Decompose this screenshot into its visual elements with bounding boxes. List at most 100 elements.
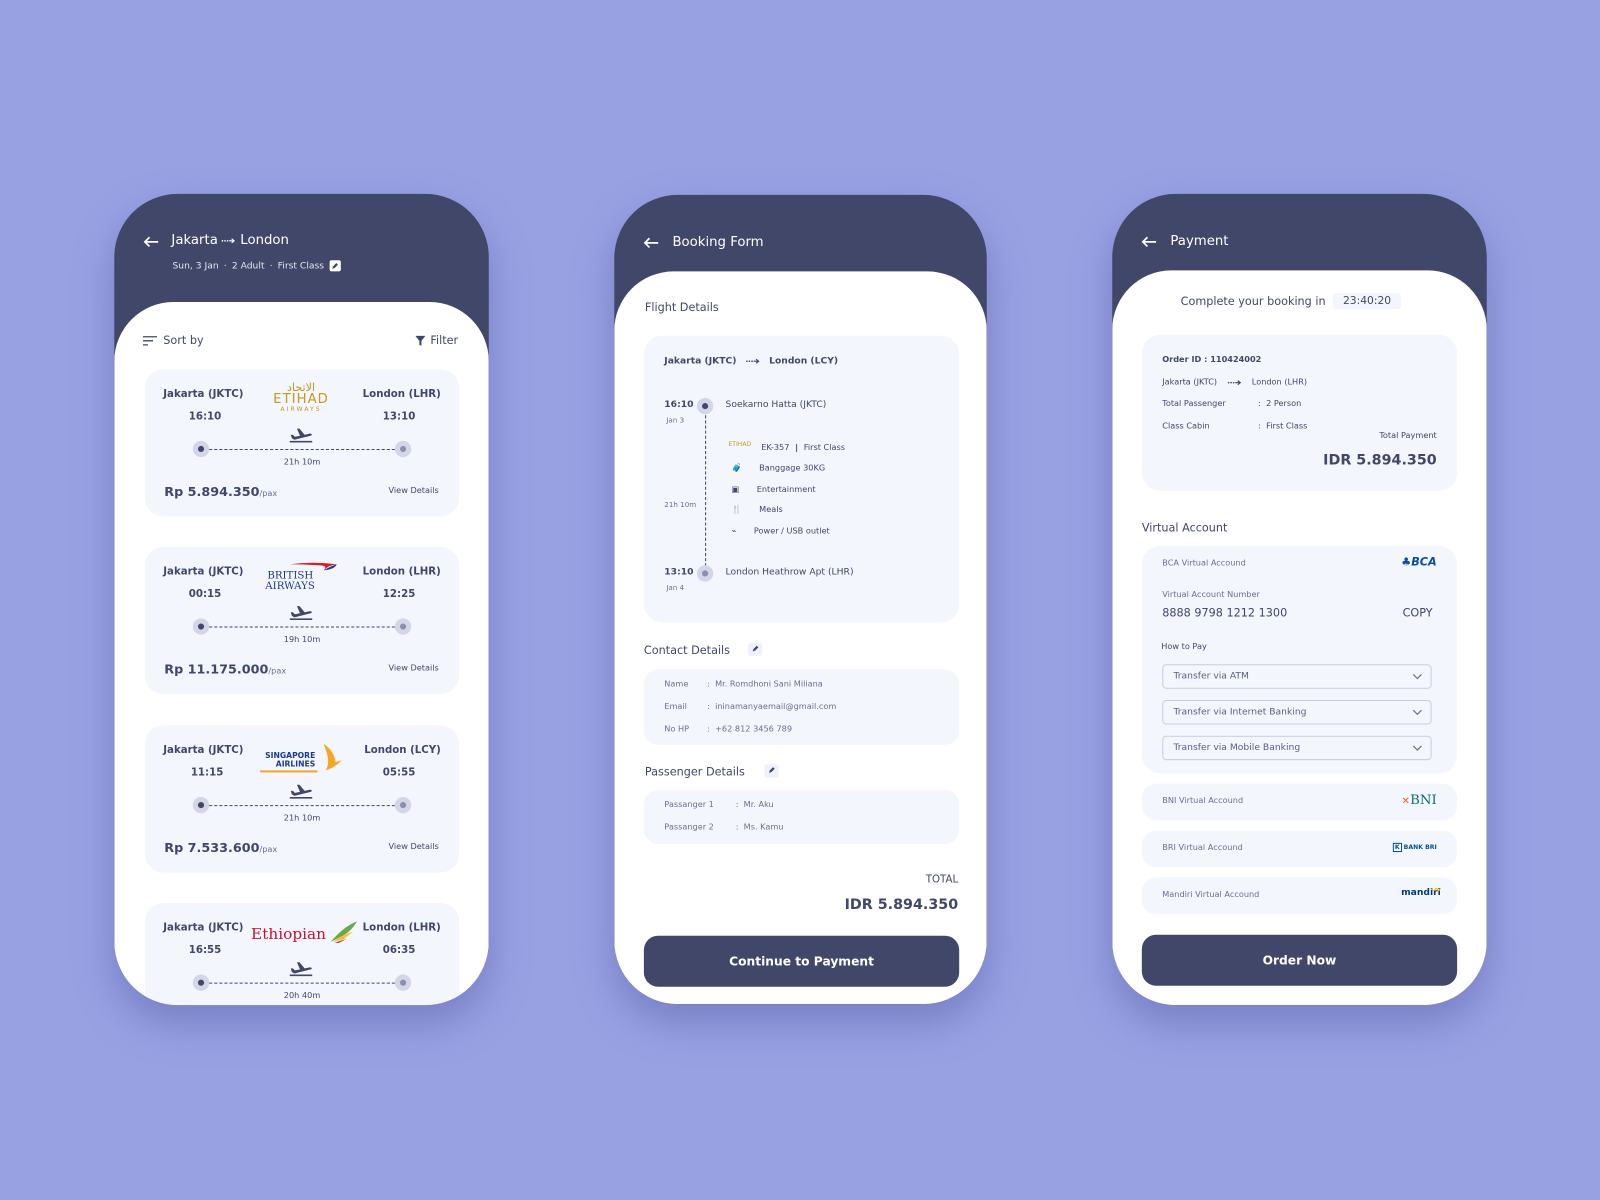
bni-account-option[interactable]: BNI Virtual Accound ✕BNI (1141, 783, 1458, 821)
route-arrow-icon (222, 237, 236, 243)
origin-dot (192, 618, 210, 635)
back-arrow-icon[interactable] (143, 236, 159, 248)
plane-icon (289, 604, 313, 620)
depart-time: 16:10 (664, 399, 694, 411)
arrive-time: 12:25 (382, 588, 416, 600)
duration: 19h 10m (283, 634, 321, 644)
plane-icon (289, 960, 313, 976)
bca-logo: ♣BCA (1401, 555, 1437, 569)
flight-card[interactable]: Jakarta (JKTC) 00:15 BRITISH AIRWAYS Lon… (144, 546, 460, 694)
how-to-pay-label: How to Pay (1161, 641, 1207, 652)
payment-sheet: Complete your booking in 23:40:20 Order … (1112, 270, 1487, 1006)
summary-passengers: 2 Adult (231, 260, 265, 271)
sort-icon (142, 335, 158, 346)
edit-passenger-icon[interactable] (764, 764, 779, 778)
etihad-logo: ﺍﻻﺗﺤﺎﺩ ETIHAD AIRWAYS (273, 380, 329, 414)
flight-details-card: Jakarta (JKTC) London (LCY) 16:10 Jan 3 … (643, 335, 960, 623)
origin-city: Jakarta (JKTC) (163, 566, 244, 578)
destination-dot (394, 618, 412, 635)
countdown: Complete your booking in 23:40:20 (1181, 292, 1402, 310)
booking-form-screen: Booking Form Flight Details Jakarta (JKT… (614, 194, 987, 1005)
flight-card[interactable]: Jakarta (JKTC) 16:10 ﺍﻻﺗﺤﺎﺩ ETIHAD AIRWA… (144, 369, 460, 517)
view-details-link[interactable]: View Details (389, 486, 439, 495)
bri-label: BRI Virtual Accound (1162, 842, 1243, 853)
sort-button[interactable]: Sort by (142, 334, 204, 347)
amenity-item: 🍴 Meals (731, 505, 783, 515)
view-details-link[interactable]: View Details (389, 663, 439, 672)
contact-details-card: Name: Mr. Romdhoni Sani Miliana Email: i… (643, 669, 960, 745)
amenity-item: ▣ Entertainment (731, 484, 816, 494)
booking-sheet: Flight Details Jakarta (JKTC) London (LC… (614, 271, 987, 1005)
route-to: London (LCY) (769, 356, 839, 367)
duration: 21h 10m (283, 457, 321, 467)
results-sheet: Sort by Filter Jakarta (JKTC) 16:10 ﺍﻻﺗﺤ… (114, 302, 489, 1006)
filter-icon (415, 335, 426, 346)
arrive-time: 05:55 (382, 767, 416, 779)
mandiri-account-option[interactable]: Mandiri Virtual Accound 〰 mandiri (1141, 877, 1458, 915)
total-amount: IDR 5.894.350 (844, 896, 959, 914)
ethiopian-logo: Ethiopian (251, 921, 358, 950)
bca-account-card[interactable]: BCA Virtual Accound ♣BCA Virtual Account… (1141, 545, 1458, 774)
flight-details-heading: Flight Details (644, 301, 719, 315)
virtual-account-heading: Virtual Account (1141, 521, 1228, 535)
edit-search-icon[interactable] (329, 260, 341, 272)
arrive-time: 06:35 (382, 944, 416, 957)
depart-dot (696, 397, 714, 415)
filter-button[interactable]: Filter (415, 334, 458, 347)
total-payment-amount: IDR 5.894.350 (1323, 452, 1437, 469)
view-details-link[interactable]: View Details (389, 842, 439, 851)
page-title: Booking Form (672, 234, 764, 250)
depart-time: 16:10 (188, 411, 222, 423)
page-title: Payment (1170, 233, 1229, 249)
class-cabin-row: Class Cabin: First Class (1162, 421, 1308, 431)
contact-details-heading: Contact Details (643, 643, 731, 658)
contact-row: No HP: +62 812 3456 789 (664, 724, 793, 734)
destination-city: London (LHR) (362, 566, 441, 578)
back-arrow-icon[interactable] (1141, 236, 1157, 248)
route-line (209, 626, 395, 628)
transfer-mobile-banking-dropdown[interactable]: Transfer via Mobile Banking (1162, 735, 1432, 761)
depart-time: 16:55 (188, 944, 222, 957)
origin-dot (192, 974, 210, 991)
route-arrow-icon (1227, 379, 1241, 385)
countdown-timer: 23:40:20 (1332, 292, 1402, 310)
order-now-button[interactable]: Order Now (1141, 934, 1458, 986)
plane-icon (289, 427, 313, 443)
arrive-airport: London Heathrow Apt (LHR) (725, 567, 854, 578)
flight-results-screen: Jakarta London Sun, 3 Jan · 2 Adult · Firs… (114, 193, 489, 1006)
destination-city: London (LHR) (362, 922, 441, 934)
route-line (209, 448, 395, 450)
order-summary-card: Order ID : 110424002 Jakarta (JKTC) Londo… (1141, 334, 1458, 491)
origin-city: Jakarta (JKTC) (163, 744, 244, 757)
timeline-line (705, 415, 707, 567)
etihad-mini-logo: ETIHAD (728, 440, 752, 448)
back-arrow-icon[interactable] (643, 237, 659, 249)
mandiri-label: Mandiri Virtual Accound (1162, 889, 1260, 899)
route-arrow-icon (746, 358, 760, 364)
continue-to-payment-button[interactable]: Continue to Payment (643, 935, 960, 987)
bca-label: BCA Virtual Accound (1162, 558, 1246, 568)
flight-card[interactable]: Jakarta (JKTC) 16:55 Ethiopian London (L… (144, 903, 460, 1006)
flight-card[interactable]: Jakarta (JKTC) 11:15 SINGAPORE AIRLINES L… (144, 725, 460, 873)
price: Rp 5.894.350/pax (164, 483, 278, 499)
singapore-airlines-logo: SINGAPORE AIRLINES (260, 742, 348, 775)
summary-date: Sun, 3 Jan (172, 260, 219, 271)
depart-airport: Soekarno Hatta (JKTC) (725, 399, 827, 411)
origin-dot (192, 796, 210, 814)
price: Rp 7.533.600/pax (164, 839, 278, 856)
passenger-details-card: Passanger 1: Mr. Aku Passanger 2: Ms. Ka… (643, 789, 960, 844)
edit-contact-icon[interactable] (747, 642, 763, 657)
filter-label: Filter (430, 333, 459, 347)
depart-date: Jan 3 (666, 416, 685, 425)
destination-dot (394, 974, 412, 991)
origin-city: Jakarta (JKTC) (163, 922, 244, 934)
mandiri-logo: 〰 mandiri (1401, 885, 1441, 898)
copy-button[interactable]: COPY (1403, 606, 1433, 619)
route-line (209, 805, 395, 807)
transfer-internet-banking-dropdown[interactable]: Transfer via Internet Banking (1162, 699, 1432, 725)
route-title: Jakarta London (171, 233, 288, 248)
arrive-date: Jan 4 (666, 583, 685, 592)
separator-dot: · (269, 260, 273, 271)
transfer-atm-dropdown[interactable]: Transfer via ATM (1162, 664, 1432, 689)
bri-account-option[interactable]: BRI Virtual Accound K BANK BRI (1141, 830, 1458, 868)
